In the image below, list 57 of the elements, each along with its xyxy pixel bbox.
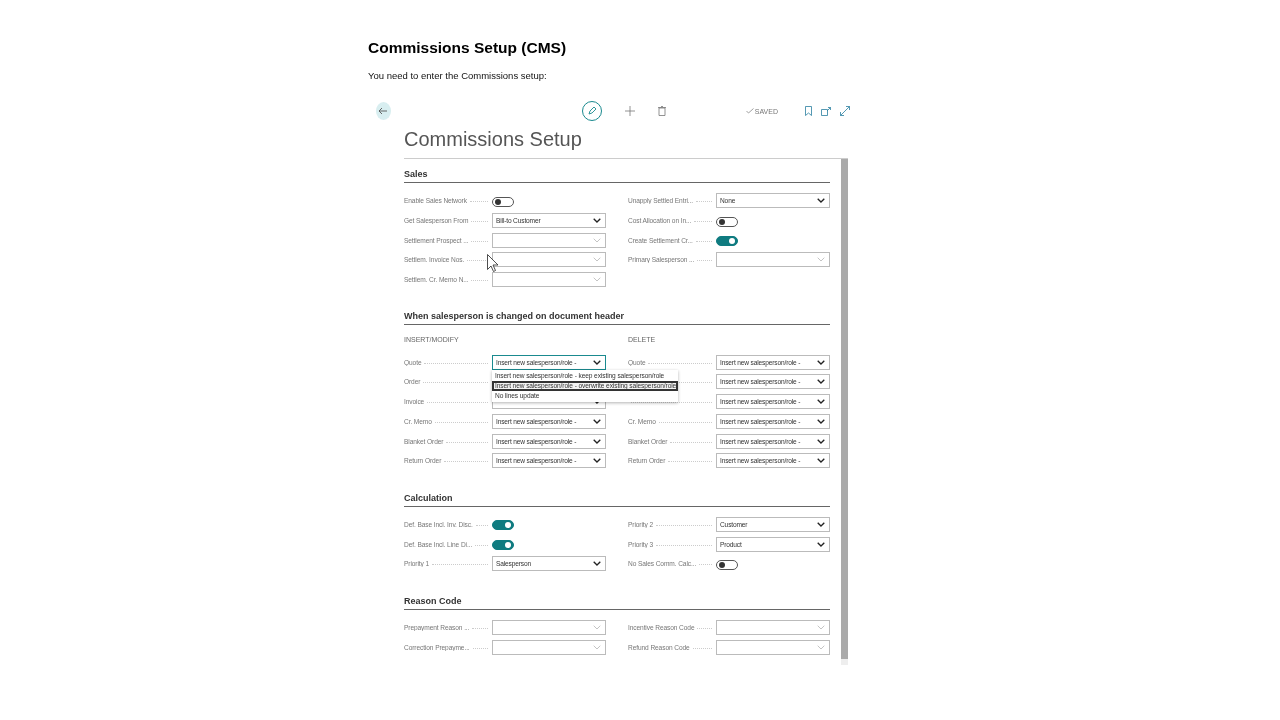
chevron-icon: [593, 399, 601, 405]
back-button[interactable]: [376, 102, 391, 120]
toggle-switch[interactable]: [492, 196, 514, 207]
chevron-icon: [817, 257, 825, 263]
chevron-icon: [593, 458, 601, 464]
edit-button[interactable]: [581, 101, 602, 121]
chevron-icon: [817, 458, 825, 464]
intro-text: You need to enter the Commissions setup:: [368, 70, 548, 82]
chevron-icon: [593, 277, 601, 283]
dropdown-field[interactable]: [492, 232, 606, 248]
chevron-icon: [817, 624, 825, 630]
chevron-icon: [593, 561, 601, 567]
toggle-switch[interactable]: [716, 236, 738, 247]
chevron-icon: [817, 379, 825, 385]
toggle-switch[interactable]: [716, 216, 738, 227]
page-title: Commissions Setup (CMS): [368, 38, 568, 58]
chevron-icon: [817, 438, 825, 444]
delete-icon[interactable]: [657, 106, 666, 116]
add-icon[interactable]: [624, 106, 635, 116]
card-title: Commissions Setup: [404, 126, 848, 159]
chevron-icon: [593, 237, 601, 243]
toggle-switch[interactable]: [716, 559, 738, 570]
expand-icon[interactable]: [840, 106, 850, 116]
chevron-icon: [593, 218, 601, 224]
toggle-switch[interactable]: [492, 540, 514, 551]
dropdown-field[interactable]: [492, 619, 606, 635]
check-icon: [745, 108, 754, 114]
scrollbar-thumb[interactable]: [841, 159, 848, 659]
chevron-icon: [817, 521, 825, 527]
section-title: Reason Code: [404, 593, 830, 610]
toggle-switch[interactable]: [492, 520, 514, 531]
chevron-icon: [593, 624, 601, 630]
section-title: Sales: [404, 167, 830, 183]
chevron-icon: [817, 541, 825, 547]
dropdown-field[interactable]: [716, 639, 830, 655]
dropdown-field[interactable]: [492, 272, 606, 288]
chevron-icon: [593, 438, 601, 444]
chevron-icon: [817, 399, 825, 405]
section-title: Calculation: [404, 490, 830, 507]
chevron-icon: [817, 644, 825, 650]
back-arrow-icon: [378, 106, 389, 116]
chevron-icon: [593, 418, 601, 424]
dropdown-field[interactable]: [716, 619, 830, 635]
chevron-icon: [817, 359, 825, 365]
chevron-icon: [593, 359, 601, 365]
chevron-icon: [593, 257, 601, 263]
dropdown-field[interactable]: [716, 252, 830, 268]
pencil-icon: [586, 106, 597, 116]
section-title: When salesperson is changed on document header: [404, 309, 830, 326]
open-window-icon[interactable]: [821, 106, 831, 116]
dropdown-field[interactable]: [492, 639, 606, 655]
chevron-icon: [817, 418, 825, 424]
chevron-icon: [817, 198, 825, 204]
dropdown-field[interactable]: [492, 252, 606, 268]
bookmark-icon[interactable]: [805, 106, 812, 116]
chevron-icon: [593, 644, 601, 650]
cursor-icon: [487, 254, 499, 272]
